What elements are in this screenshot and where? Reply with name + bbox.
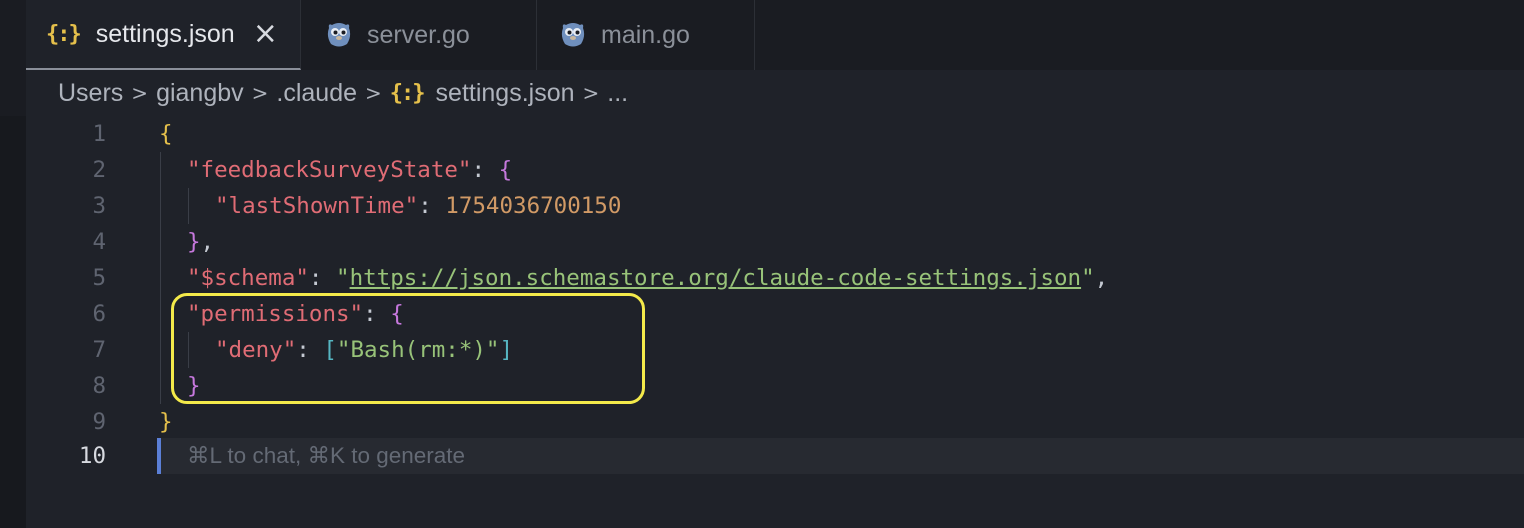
code-text: }	[187, 373, 201, 399]
line-number: 4	[92, 229, 106, 255]
code-line-1: 1 {	[26, 116, 1524, 152]
tab-server-go[interactable]: server.go	[301, 0, 537, 70]
close-icon[interactable]: ×	[253, 19, 278, 49]
chevron-right-icon: >	[251, 81, 269, 105]
activity-strip-lower	[0, 116, 26, 528]
code-line-5: 5 "$schema": "https://json.schemastore.o…	[26, 260, 1524, 296]
tab-label: settings.json	[95, 19, 235, 48]
line-number: 5	[92, 265, 106, 291]
breadcrumb: Users > giangbv > .claude > {:} settings…	[26, 70, 1524, 116]
editor-window: {:} settings.json × server.go main.go Us…	[0, 0, 1524, 528]
line-number: 6	[92, 301, 106, 327]
code-text: }	[159, 409, 173, 435]
code-text: "deny": ["Bash(rm:*)"]	[215, 337, 514, 363]
tab-label: server.go	[367, 20, 470, 49]
tab-main-go[interactable]: main.go	[537, 0, 755, 70]
code-editor[interactable]: 1 { 2 "feedbackSurveyState": { 3 "lastSh…	[26, 116, 1524, 528]
ai-hint-text: ⌘L to chat, ⌘K to generate	[187, 443, 466, 468]
activity-strip	[0, 0, 26, 528]
line-number: 1	[92, 121, 106, 147]
code-line-3: 3 "lastShownTime": 1754036700150	[26, 188, 1524, 224]
code-text: },	[187, 229, 215, 255]
breadcrumb-giangbv[interactable]: giangbv	[156, 79, 244, 108]
chevron-right-icon: >	[365, 81, 382, 105]
gopher-icon	[561, 23, 585, 47]
line-number: 2	[92, 157, 106, 183]
breadcrumb-claude[interactable]: .claude	[276, 79, 357, 108]
json-braces-icon: {:}	[46, 21, 82, 47]
code-line-9: 9 }	[26, 404, 1524, 440]
gopher-icon	[327, 23, 351, 47]
code-line-8: 8 }	[26, 368, 1524, 404]
chevron-right-icon: >	[582, 81, 600, 105]
code-line-4: 4 },	[26, 224, 1524, 260]
json-braces-icon: {:}	[389, 80, 426, 106]
code-line-2: 2 "feedbackSurveyState": {	[26, 152, 1524, 188]
code-text: "lastShownTime": 1754036700150	[215, 193, 622, 219]
line-number: 9	[92, 409, 106, 435]
code-text: "feedbackSurveyState": {	[187, 157, 513, 183]
code-line-6: 6 "permissions": {	[26, 296, 1524, 332]
line-number: 8	[92, 373, 106, 399]
schema-url-link[interactable]: https://json.schemastore.org/claude-code…	[350, 265, 1082, 291]
line-number: 3	[92, 193, 106, 219]
code-text: {	[159, 121, 173, 147]
breadcrumb-users[interactable]: Users	[58, 79, 123, 108]
line-number: 7	[92, 337, 106, 363]
chevron-right-icon: >	[131, 81, 149, 105]
code-text: "permissions": {	[187, 301, 404, 327]
tab-settings-json[interactable]: {:} settings.json ×	[26, 0, 301, 70]
code-line-7: 7 "deny": ["Bash(rm:*)"]	[26, 332, 1524, 368]
code-text: "$schema": "https://json.schemastore.org…	[187, 265, 1109, 291]
tab-bar: {:} settings.json × server.go main.go	[26, 0, 1524, 70]
tab-label: main.go	[601, 20, 690, 49]
breadcrumb-settings-json[interactable]: settings.json	[436, 79, 575, 108]
line-number: 10	[78, 443, 106, 469]
breadcrumb-ellipsis[interactable]: ...	[607, 79, 628, 108]
